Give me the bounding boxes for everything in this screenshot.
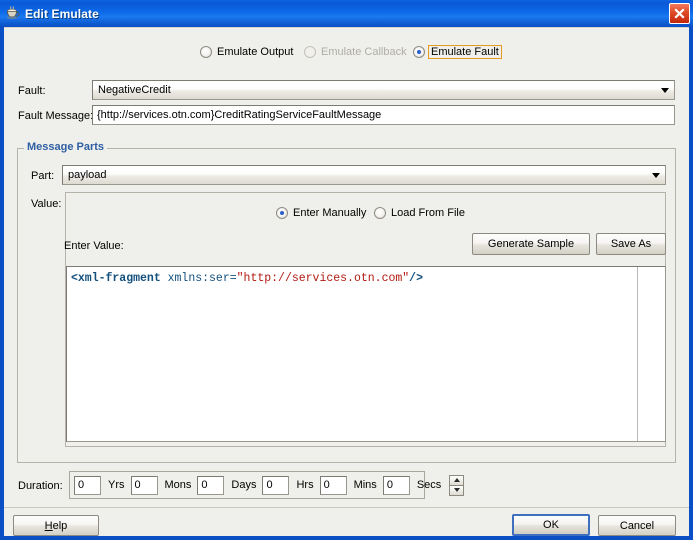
help-button-label: Help xyxy=(45,520,68,532)
duration-minutes-input[interactable]: 0 xyxy=(319,475,347,495)
enter-value-label: Enter Value: xyxy=(64,240,124,252)
fault-message-label: Fault Message: xyxy=(18,110,94,122)
xml-token-string: "http://services.otn.com" xyxy=(236,272,410,285)
radio-label: Emulate Callback xyxy=(321,46,407,58)
radio-label: Load From File xyxy=(391,207,465,219)
coffee-cup-icon xyxy=(5,5,21,22)
help-button-rest: elp xyxy=(52,519,68,532)
duration-years-input[interactable]: 0 xyxy=(74,475,101,495)
xml-token-attr: xmlns:ser= xyxy=(160,272,237,285)
radio-label: Emulate Output xyxy=(217,46,294,58)
chevron-down-icon xyxy=(647,166,665,184)
fault-label: Fault: xyxy=(18,85,46,97)
duration-minutes-unit: Mins xyxy=(353,479,377,491)
duration-spinner-group: 0 Yrs 0 Mons 0 Days 0 Hrs 0 Mins 0 Secs xyxy=(69,471,465,499)
help-button[interactable]: Help xyxy=(13,515,99,536)
radio-emulate-callback: Emulate Callback xyxy=(304,44,408,60)
title-bar[interactable]: Edit Emulate xyxy=(0,0,693,27)
duration-months-input[interactable]: 0 xyxy=(130,475,158,495)
stepper-up-icon[interactable] xyxy=(449,474,465,485)
duration-years-unit: Yrs xyxy=(108,479,125,491)
radio-load-from-file[interactable]: Load From File xyxy=(374,205,466,221)
radio-indicator xyxy=(413,46,425,58)
duration-months-unit: Mons xyxy=(164,479,192,491)
ok-button[interactable]: OK xyxy=(512,514,590,536)
duration-hours-input[interactable]: 0 xyxy=(262,475,290,495)
fault-message-field[interactable]: {http://services.otn.com}CreditRatingSer… xyxy=(92,105,675,125)
radio-indicator xyxy=(374,207,386,219)
fault-combobox-value: NegativeCredit xyxy=(98,84,171,96)
editor-margin-guide xyxy=(637,267,638,441)
duration-seconds-input[interactable]: 0 xyxy=(382,475,410,495)
xml-editor-content: <xml-fragment xmlns:ser="http://services… xyxy=(71,271,423,286)
message-parts-title: Message Parts xyxy=(24,141,108,153)
help-mnemonic: H xyxy=(44,519,53,532)
radio-label: Enter Manually xyxy=(293,207,367,219)
footer-divider xyxy=(4,507,689,508)
part-label: Part: xyxy=(31,170,55,182)
xml-token-tag: <xml-fragment xyxy=(71,272,161,285)
cancel-button[interactable]: Cancel xyxy=(598,515,676,536)
xml-editor[interactable]: <xml-fragment xmlns:ser="http://services… xyxy=(66,266,666,442)
chevron-down-icon xyxy=(656,81,674,99)
radio-enter-manually[interactable]: Enter Manually xyxy=(276,205,367,221)
duration-seconds-unit: Secs xyxy=(416,479,442,491)
radio-indicator xyxy=(276,207,288,219)
duration-days-input[interactable]: 0 xyxy=(197,475,225,495)
save-as-button[interactable]: Save As xyxy=(596,233,666,255)
duration-days-unit: Days xyxy=(231,479,257,491)
duration-label: Duration: xyxy=(18,480,63,492)
radio-emulate-fault[interactable]: Emulate Fault xyxy=(413,44,502,60)
radio-emulate-output[interactable]: Emulate Output xyxy=(200,44,294,60)
xml-token-close: /> xyxy=(409,272,423,285)
dialog-body: Emulate Output Emulate Callback Emulate … xyxy=(4,27,689,536)
fault-combobox[interactable]: NegativeCredit xyxy=(92,80,675,100)
part-combobox[interactable]: payload xyxy=(62,165,666,185)
value-label: Value: xyxy=(31,198,62,210)
close-icon[interactable] xyxy=(669,3,690,24)
duration-stepper[interactable] xyxy=(449,474,465,496)
generate-sample-button[interactable]: Generate Sample xyxy=(472,233,590,255)
duration-hours-unit: Hrs xyxy=(296,479,314,491)
radio-label: Emulate Fault xyxy=(428,45,502,59)
radio-indicator xyxy=(304,46,316,58)
window-title: Edit Emulate xyxy=(25,6,99,21)
part-combobox-value: payload xyxy=(68,169,107,181)
stepper-down-icon[interactable] xyxy=(449,485,465,496)
radio-indicator xyxy=(200,46,212,58)
edit-emulate-dialog: Edit Emulate Emulate Output Emulate Call… xyxy=(0,0,693,540)
